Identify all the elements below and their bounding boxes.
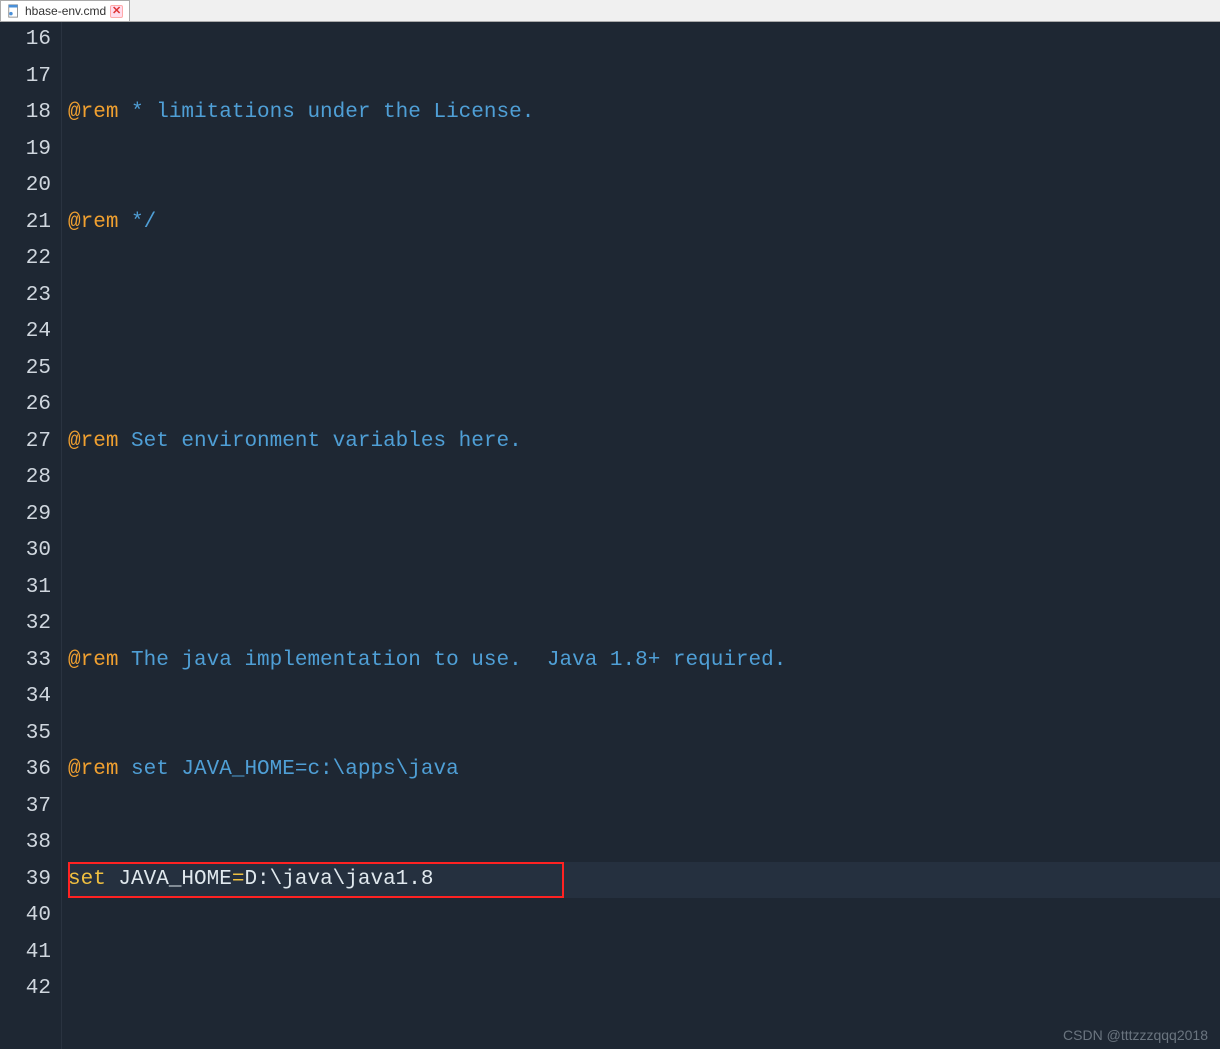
line-number: 35 bbox=[6, 716, 51, 753]
line-number: 31 bbox=[6, 570, 51, 607]
file-icon bbox=[7, 4, 21, 18]
highlighted-line[interactable]: set JAVA_HOME=D:\java\java1.8 bbox=[68, 862, 1220, 899]
file-tab[interactable]: hbase-env.cmd ✕ bbox=[0, 0, 130, 21]
line-number: 24 bbox=[6, 314, 51, 351]
line-number: 19 bbox=[6, 132, 51, 169]
line-number: 21 bbox=[6, 205, 51, 242]
code-line: @rem Set environment variables here. bbox=[68, 424, 1220, 461]
line-number: 42 bbox=[6, 971, 51, 1008]
code-line bbox=[68, 314, 1220, 351]
line-number: 16 bbox=[6, 22, 51, 59]
tab-filename: hbase-env.cmd bbox=[25, 4, 106, 18]
line-number: 25 bbox=[6, 351, 51, 388]
close-icon[interactable]: ✕ bbox=[110, 5, 123, 18]
line-number: 18 bbox=[6, 95, 51, 132]
line-number: 22 bbox=[6, 241, 51, 278]
code-line: @rem set JAVA_HOME=c:\apps\java bbox=[68, 752, 1220, 789]
code-line: @rem * limitations under the License. bbox=[68, 95, 1220, 132]
line-number: 36 bbox=[6, 752, 51, 789]
code-line: @rem The java implementation to use. Jav… bbox=[68, 643, 1220, 680]
line-number: 39 bbox=[6, 862, 51, 899]
line-number: 30 bbox=[6, 533, 51, 570]
code-line bbox=[68, 971, 1220, 1008]
code-line: @rem */ bbox=[68, 205, 1220, 242]
code-line bbox=[68, 533, 1220, 570]
line-number: 27 bbox=[6, 424, 51, 461]
editor[interactable]: 1617181920212223242526272829303132333435… bbox=[0, 22, 1220, 1049]
line-number: 32 bbox=[6, 606, 51, 643]
line-number: 28 bbox=[6, 460, 51, 497]
tab-bar: hbase-env.cmd ✕ bbox=[0, 0, 1220, 22]
line-number-gutter: 1617181920212223242526272829303132333435… bbox=[0, 22, 62, 1049]
line-number: 29 bbox=[6, 497, 51, 534]
line-number: 23 bbox=[6, 278, 51, 315]
line-number: 20 bbox=[6, 168, 51, 205]
line-number: 34 bbox=[6, 679, 51, 716]
line-number: 33 bbox=[6, 643, 51, 680]
line-number: 41 bbox=[6, 935, 51, 972]
line-number: 17 bbox=[6, 59, 51, 96]
line-number: 40 bbox=[6, 898, 51, 935]
line-number: 26 bbox=[6, 387, 51, 424]
line-number: 37 bbox=[6, 789, 51, 826]
code-area[interactable]: @rem * limitations under the License. @r… bbox=[62, 22, 1220, 1049]
line-number: 38 bbox=[6, 825, 51, 862]
